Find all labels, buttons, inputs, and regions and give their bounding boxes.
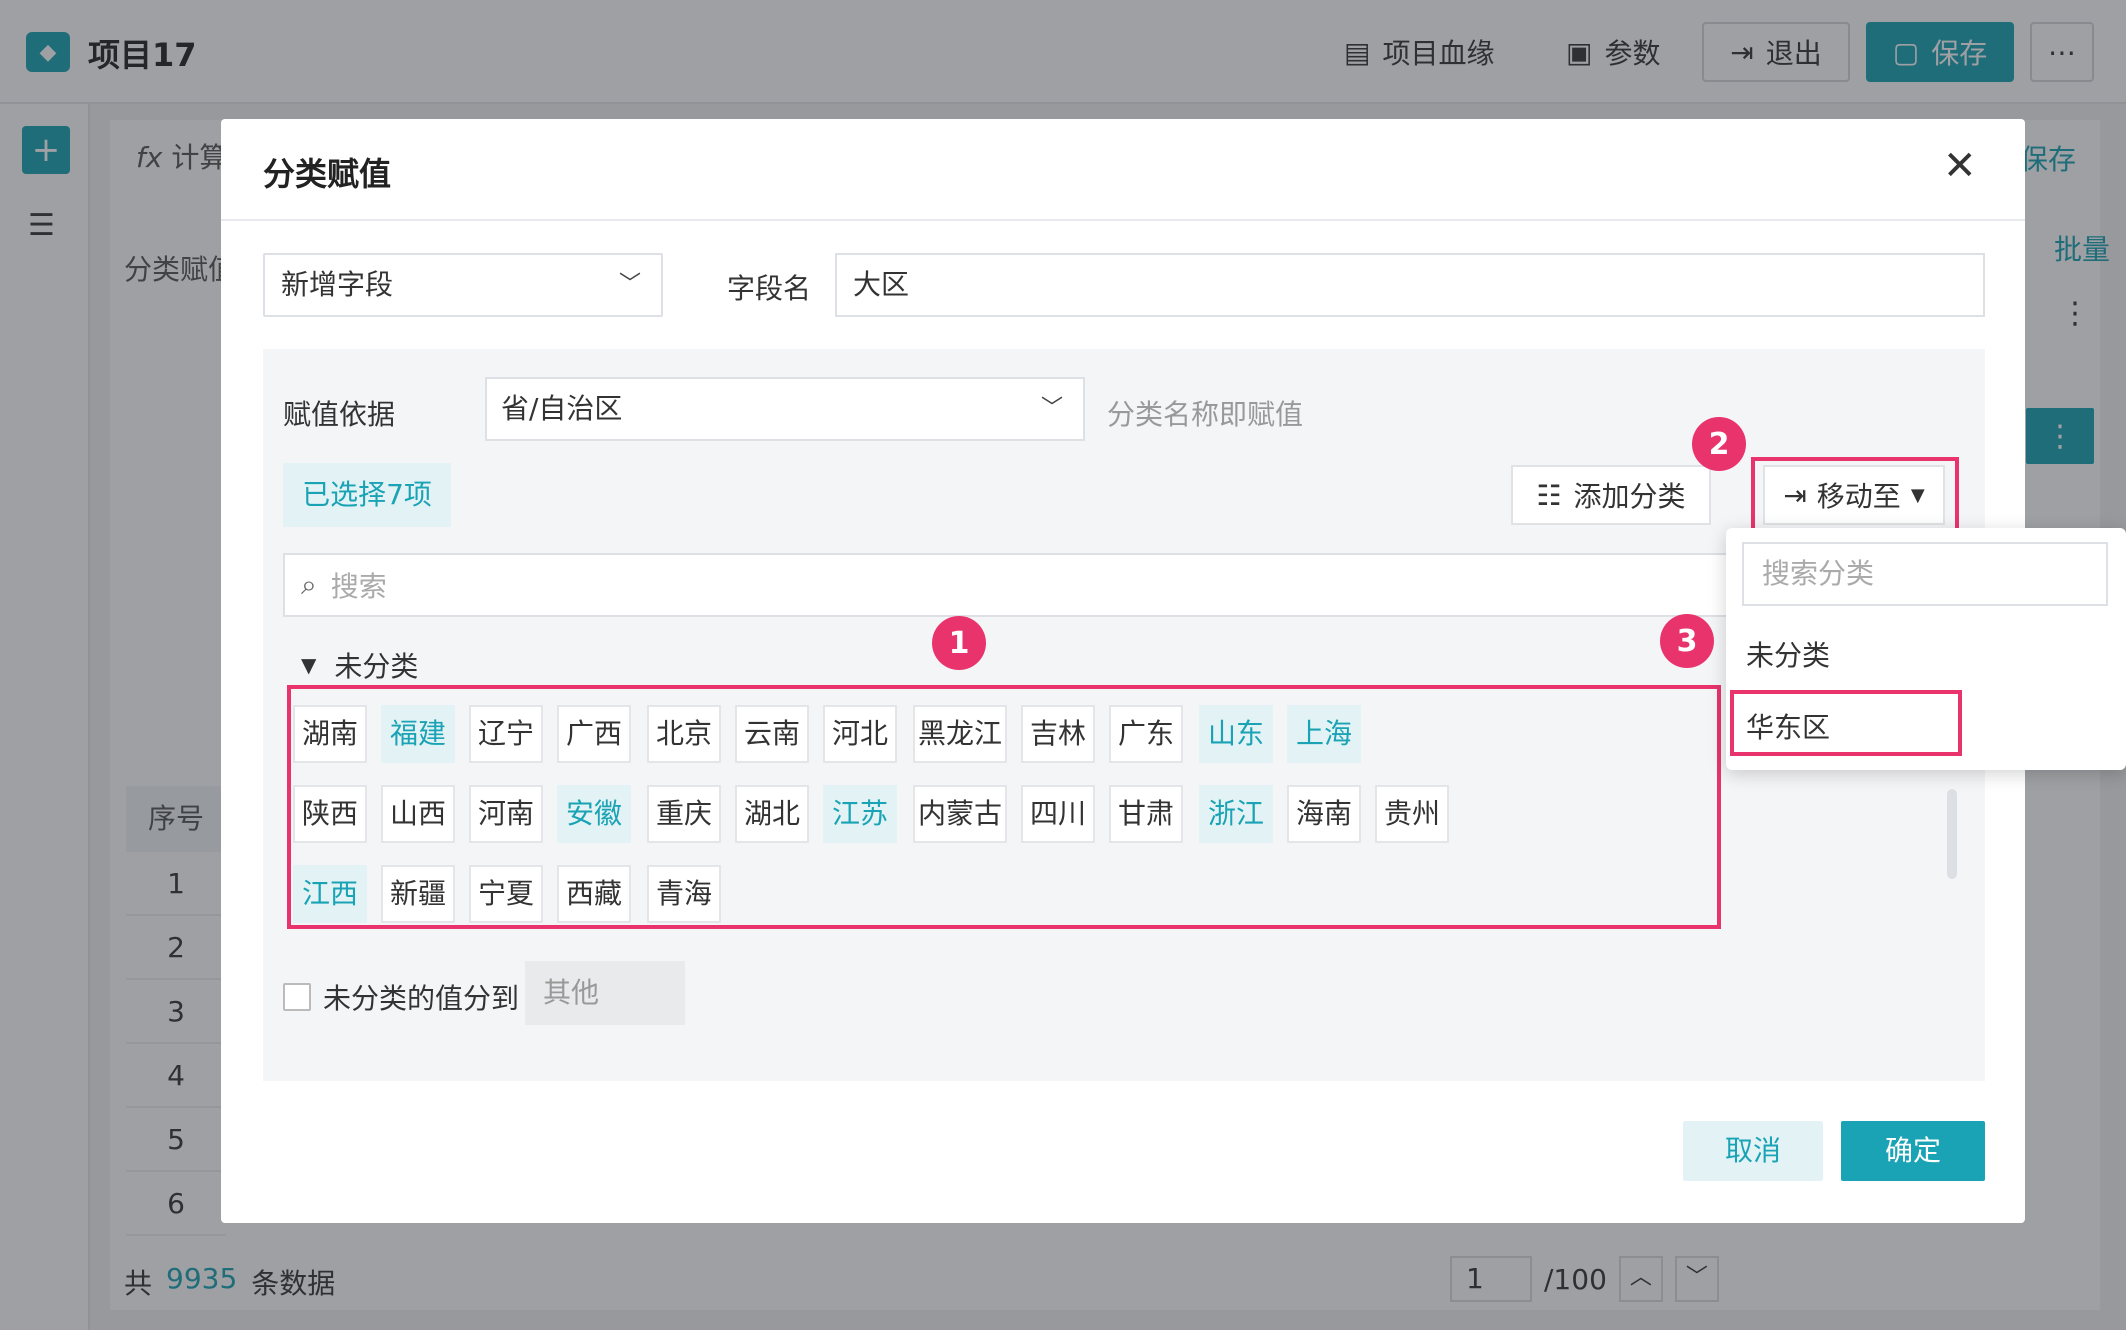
- search-input[interactable]: ⌕ 搜索: [283, 553, 1743, 617]
- step-marker: 1: [932, 616, 986, 670]
- search-placeholder: 搜索: [330, 570, 387, 603]
- add-category-label: 添加分类: [1573, 480, 1686, 513]
- field-type-value: 新增字段: [281, 268, 394, 301]
- caret-down-icon: ▼: [301, 653, 317, 677]
- cancel-button[interactable]: 取消: [1683, 1121, 1823, 1181]
- search-icon: ⌕: [301, 568, 317, 601]
- highlight-box: [1730, 690, 1962, 756]
- selected-count-badge: 已选择7项: [283, 463, 451, 527]
- uncategorized-label: 未分类的值分到: [323, 982, 520, 1015]
- field-name-input[interactable]: 大区: [835, 253, 1985, 317]
- close-icon[interactable]: ✕: [1943, 143, 1977, 189]
- highlight-box: [287, 685, 1721, 929]
- basis-hint: 分类名称即赋值: [1107, 398, 1304, 431]
- group-toggle[interactable]: ▼ 未分类: [301, 645, 418, 685]
- basis-label: 赋值依据: [283, 398, 396, 431]
- scrollbar[interactable]: [1947, 789, 1957, 879]
- dialog-header: 分类赋值 ✕: [221, 119, 2025, 221]
- dropdown-item-uncategorized[interactable]: 未分类: [1746, 634, 1830, 674]
- basis-select[interactable]: 省/自治区 ﹀: [485, 377, 1085, 441]
- field-name-label: 字段名: [727, 272, 812, 305]
- group-name: 未分类: [334, 650, 419, 683]
- step-marker: 3: [1660, 614, 1714, 668]
- confirm-button[interactable]: 确定: [1841, 1121, 1985, 1181]
- uncategorized-checkbox[interactable]: [283, 983, 311, 1011]
- add-category-button[interactable]: ☷ 添加分类: [1511, 465, 1711, 525]
- chevron-down-icon: ﹀: [1040, 396, 1063, 421]
- basis-value: 省/自治区: [501, 392, 623, 425]
- step-marker: 2: [1692, 417, 1746, 471]
- dialog-title: 分类赋值: [263, 155, 392, 193]
- uncategorized-option[interactable]: 未分类的值分到: [283, 977, 519, 1017]
- highlight-box: [1751, 457, 1959, 533]
- chevron-down-icon: ﹀: [618, 272, 641, 297]
- add-category-icon: ☷: [1536, 478, 1562, 512]
- category-search-input[interactable]: 搜索分类: [1742, 542, 2108, 606]
- uncategorized-value-input[interactable]: 其他: [525, 961, 685, 1025]
- field-type-select[interactable]: 新增字段 ﹀: [263, 253, 663, 317]
